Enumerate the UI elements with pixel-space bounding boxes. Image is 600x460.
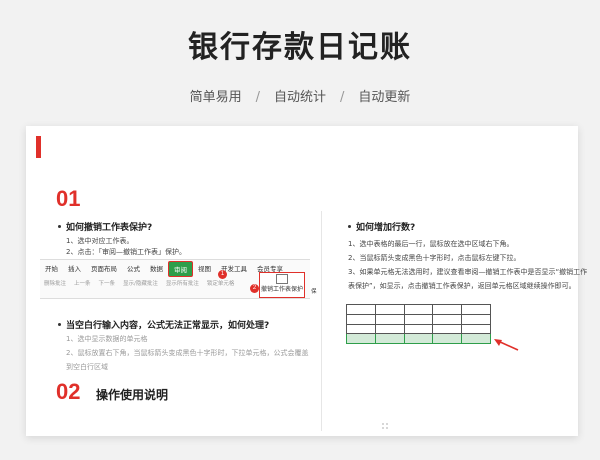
tab-layout[interactable]: 页面布局 (86, 261, 122, 277)
toggle-comment-button[interactable]: 显示/隐藏批注 (119, 277, 162, 289)
step-text: 1、选中表格的最后一行，鼠标放在选中区域右下角。 (348, 240, 514, 248)
separator: / (340, 90, 345, 105)
step-text: 2、点击：「审阅—撤销工作表」保护。 (66, 248, 186, 256)
step-text: 2、当鼠标箭头变成黑色十字形时，点击鼠标左键下拉。 (348, 254, 521, 262)
prev-comment-button[interactable]: 上一条 (70, 277, 95, 289)
tab-home[interactable]: 开始 (40, 261, 63, 277)
step-text: 到空白行区域 (66, 363, 108, 371)
tab-review[interactable]: 审阅 (168, 261, 193, 277)
feature-easy: 简单易用 (189, 90, 242, 105)
feature-stats: 自动统计 (273, 90, 326, 105)
feature-update: 自动更新 (358, 90, 411, 105)
ribbon-screenshot: 开始 插入 页面布局 公式 数据 审阅 视图 开发工具 会员专享 删除批注 上一… (40, 259, 317, 299)
heading-unprotect: 如何撤销工作表保护? (66, 223, 153, 233)
step-text: 1、选中显示数据的单元格 (66, 335, 148, 343)
step-text: 2、鼠标放置右下角，当鼠标箭头变成黑色十字形时，下拉单元格，公式会覆盖 (66, 349, 309, 357)
page-title: 银行存款日记账 (188, 30, 412, 65)
next-comment-button[interactable]: 下一条 (95, 277, 120, 289)
step-text: 表保护”，如显示，点击撤销工作表保护，返回单元格区域继续操作即可。 (348, 282, 576, 290)
spreadsheet-grid (346, 304, 491, 344)
tab-formula[interactable]: 公式 (122, 261, 145, 277)
column-divider (321, 211, 322, 431)
grip-icon (382, 423, 388, 429)
delete-comment-button[interactable]: 删除批注 (40, 277, 70, 289)
heading-add-rows: 如何增加行数? (356, 223, 416, 233)
sheet-lock-icon (276, 274, 288, 284)
show-all-comments-button[interactable]: 显示所有批注 (162, 277, 203, 289)
accent-bar (36, 136, 41, 158)
step-text: 1、选中对应工作表。 (66, 237, 134, 245)
unprotect-sheet-button[interactable]: 撤销工作表保护 (259, 272, 305, 298)
pointer-arrow-icon (494, 339, 519, 351)
selected-row (346, 333, 491, 344)
tab-data[interactable]: 数据 (145, 261, 168, 277)
section-number-02: 02 (56, 379, 81, 404)
tab-view[interactable]: 视图 (193, 261, 216, 277)
separator: / (255, 90, 260, 105)
bullet-icon (58, 323, 61, 326)
step-badge-2: 2 (250, 284, 259, 293)
ribbon-tabs: 开始 插入 页面布局 公式 数据 审阅 视图 开发工具 会员专享 (40, 261, 288, 277)
instruction-card: 01 如何撤销工作表保护? 1、选中对应工作表。 2、点击：「审阅—撤销工作表」… (26, 126, 587, 436)
step-text: 3、如果单元格无法选用时，建议查看审阅—撤销工作表中是否显示“撤销工作 (348, 268, 588, 276)
section-heading-usage: 操作使用说明 (96, 388, 169, 402)
unprotect-sheet-label: 撤销工作表保护 (260, 286, 303, 293)
ribbon-tools: 删除批注 上一条 下一条 显示/隐藏批注 显示所有批注 锁定单元格 (40, 277, 238, 289)
heading-formula: 当空白行输入内容，公式无法正常显示，如何处理? (66, 321, 270, 331)
step-badge-1: 1 (218, 270, 227, 279)
protect-label: 保 (311, 289, 317, 295)
tab-insert[interactable]: 插入 (63, 261, 86, 277)
bullet-icon (348, 225, 351, 228)
bullet-icon (58, 225, 61, 228)
feature-list: 简单易用 / 自动统计 / 自动更新 (0, 86, 600, 105)
section-number-01: 01 (56, 186, 81, 211)
